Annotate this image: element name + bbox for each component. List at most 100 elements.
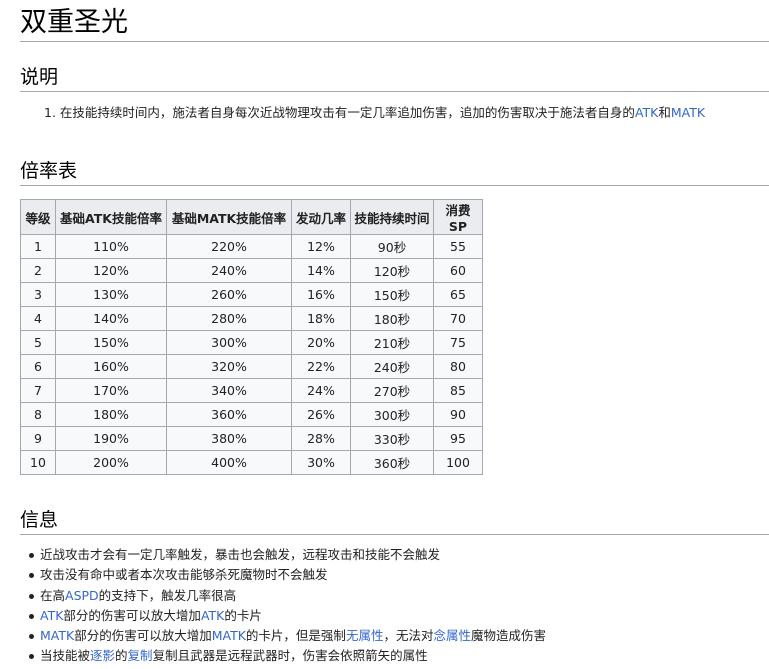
table-cell: 22% [291, 354, 351, 379]
section-heading-description: 说明 [20, 66, 769, 92]
info-item: MATK部分的伤害可以放大增加MATK的卡片，但是强制无属性，无法对念属性魔物造… [24, 626, 546, 646]
table-cell: 14% [291, 258, 351, 283]
info-text: 的卡片 [224, 607, 262, 623]
info-item: ATK部分的伤害可以放大增加ATK的卡片 [24, 606, 546, 626]
table-cell: 270秒 [350, 378, 434, 403]
table-cell: 75 [433, 330, 483, 355]
rate-table-body: 1 110% 220% 12% 90秒 55 2 120% 240% 14% 120秒 60 3 130%… [20, 234, 483, 475]
table-row: 5 150% 300% 20% 210秒 75 [20, 330, 483, 355]
description-text: 在技能持续时间内，施法者自身每次近战物理攻击有一定几率追加伤害，追加的伤害取决于… [59, 105, 635, 120]
table-cell: 28% [291, 426, 351, 451]
table-cell: 90秒 [350, 234, 434, 259]
info-text: 部分的伤害可以放大增加 [63, 607, 201, 623]
info-link[interactable]: 念属性 [433, 628, 471, 643]
table-cell: 200% [55, 450, 167, 475]
table-header-row: 等级 基础ATK技能倍率 基础MATK技能倍率 发动几率 技能持续时间 消费SP [20, 199, 483, 235]
description-item: 1. 在技能持续时间内，施法者自身每次近战物理攻击有一定几率追加伤害，追加的伤害… [44, 103, 705, 123]
matk-link[interactable]: MATK [671, 105, 705, 120]
table-cell: 95 [433, 426, 483, 451]
table-cell: 360% [166, 402, 292, 427]
table-cell: 150秒 [350, 282, 434, 307]
table-row: 3 130% 260% 16% 150秒 65 [20, 282, 483, 307]
table-cell: 240% [166, 258, 292, 283]
table-cell: 120秒 [350, 258, 434, 283]
bullet-icon [29, 613, 34, 619]
header-trigger-chance: 发动几率 [291, 199, 351, 235]
table-cell: 24% [291, 378, 351, 403]
table-cell: 120% [55, 258, 167, 283]
section-heading-info: 信息 [20, 509, 769, 535]
info-text: 在高 [40, 587, 66, 603]
header-level: 等级 [20, 199, 56, 235]
table-cell: 150% [55, 330, 167, 355]
table-cell: 140% [55, 306, 167, 331]
info-item: 攻击没有命中或者本次攻击能够杀死魔物时不会触发 [24, 565, 546, 585]
info-text: 攻击没有命中或者本次攻击能够杀死魔物时不会触发 [40, 567, 328, 583]
table-cell: 330秒 [350, 426, 434, 451]
info-text: 魔物造成伤害 [470, 628, 546, 644]
header-duration: 技能持续时间 [350, 199, 434, 235]
section-heading-rate-table: 倍率表 [20, 160, 769, 186]
table-row: 4 140% 280% 18% 180秒 70 [20, 306, 483, 331]
page-title: 双重圣光 [20, 6, 769, 42]
table-cell: 5 [20, 330, 56, 355]
atk-link[interactable]: ATK [635, 105, 658, 120]
table-row: 8 180% 360% 26% 300秒 90 [20, 402, 483, 427]
table-cell: 110% [55, 234, 167, 259]
table-cell: 65 [433, 282, 483, 307]
table-cell: 300% [166, 330, 292, 355]
table-cell: 210秒 [350, 330, 434, 355]
table-row: 2 120% 240% 14% 120秒 60 [20, 258, 483, 283]
table-cell: 80 [433, 354, 483, 379]
info-link[interactable]: MATK [40, 628, 74, 643]
info-item: 当技能被逐影的复制复制且武器是远程武器时，伤害会依照箭矢的属性 [24, 646, 546, 666]
table-row: 7 170% 340% 24% 270秒 85 [20, 378, 483, 403]
table-cell: 280% [166, 306, 292, 331]
header-sp-cost: 消费SP [433, 199, 483, 235]
table-cell: 20% [291, 330, 351, 355]
bullet-icon [29, 593, 34, 599]
table-cell: 18% [291, 306, 351, 331]
info-link[interactable]: 无属性 [346, 628, 384, 643]
info-link[interactable]: MATK [212, 628, 246, 643]
table-cell: 7 [20, 378, 56, 403]
table-cell: 16% [291, 282, 351, 307]
table-row: 6 160% 320% 22% 240秒 80 [20, 354, 483, 379]
info-list: 近战攻击才会有一定几率触发，暴击也会触发，远程攻击和技能不会触发 攻击没有命中或者… [24, 545, 546, 667]
item-number: 1. [44, 105, 56, 120]
table-cell: 26% [291, 402, 351, 427]
info-text: 部分的伤害可以放大增加 [74, 628, 212, 644]
info-link[interactable]: ASPD [65, 588, 99, 603]
table-cell: 8 [20, 402, 56, 427]
header-atk-rate: 基础ATK技能倍率 [55, 199, 167, 235]
table-cell: 170% [55, 378, 167, 403]
table-cell: 10 [20, 450, 56, 475]
bullet-icon [29, 654, 34, 660]
header-matk-rate: 基础MATK技能倍率 [166, 199, 292, 235]
bullet-icon [29, 553, 34, 558]
table-cell: 260% [166, 282, 292, 307]
table-cell: 60 [433, 258, 483, 283]
info-link[interactable]: ATK [40, 608, 63, 623]
info-link[interactable]: ATK [201, 608, 224, 623]
table-cell: 90 [433, 402, 483, 427]
info-text: 的支持下，触发几率很高 [98, 587, 237, 603]
info-text: 的 [115, 648, 128, 664]
table-cell: 340% [166, 378, 292, 403]
table-cell: 300秒 [350, 402, 434, 427]
page: 双重圣光 说明 1. 在技能持续时间内，施法者自身每次近战物理攻击有一定几率追加… [0, 0, 769, 669]
table-cell: 380% [166, 426, 292, 451]
rate-table: 等级 基础ATK技能倍率 基础MATK技能倍率 发动几率 技能持续时间 消费SP… [20, 199, 483, 475]
info-link[interactable]: 逐影 [90, 648, 115, 663]
info-text: 复制且武器是远程武器时，伤害会依照箭矢的属性 [152, 648, 428, 664]
info-text: 当技能被 [40, 648, 91, 664]
table-cell: 400% [166, 450, 292, 475]
table-cell: 6 [20, 354, 56, 379]
bullet-icon [29, 573, 34, 579]
table-cell: 130% [55, 282, 167, 307]
table-cell: 30% [291, 450, 351, 475]
table-cell: 55 [433, 234, 483, 259]
bullet-icon [29, 634, 34, 640]
info-link[interactable]: 复制 [128, 648, 153, 663]
table-cell: 12% [291, 234, 351, 259]
